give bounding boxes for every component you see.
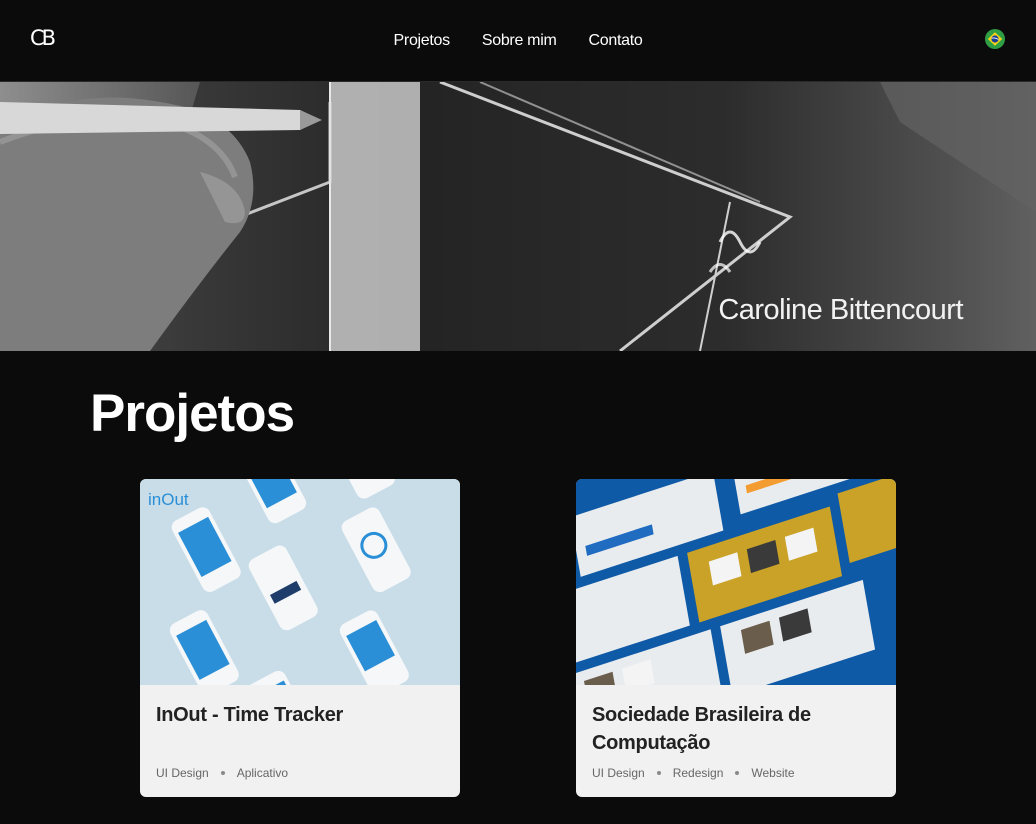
nav-link-sobre-mim[interactable]: Sobre mim — [482, 32, 557, 50]
top-navbar: CB Projetos Sobre mim Contato — [0, 0, 1036, 82]
site-logo[interactable]: CB — [30, 26, 56, 50]
tag-separator — [220, 771, 225, 775]
hero-banner: Caroline Bittencourt — [0, 82, 1036, 351]
tag: Website — [751, 766, 795, 780]
tag-separator — [656, 771, 661, 775]
tag: UI Design — [592, 766, 645, 780]
tag: UI Design — [156, 766, 209, 780]
project-title: Sociedade Brasileira de Computação — [592, 704, 811, 754]
project-thumbnail-sbc — [576, 479, 896, 685]
project-thumbnail-inout: inOut — [140, 479, 460, 685]
hero-name: Caroline Bittencourt — [718, 294, 963, 326]
brazil-flag-icon[interactable] — [985, 29, 1005, 49]
tag-separator — [735, 771, 740, 775]
main-nav: Projetos Sobre mim Contato — [0, 0, 1036, 81]
project-card-sbc[interactable]: Sociedade Brasileira de Computação UI De… — [576, 479, 896, 797]
project-card-inout[interactable]: inOut InOut - Time Tracker UI Design Apl… — [140, 479, 460, 797]
inout-logo-text: inOut — [148, 490, 189, 509]
nav-link-projetos[interactable]: Projetos — [394, 32, 451, 50]
tag: Aplicativo — [236, 766, 289, 780]
project-tags: UI Design Redesign Website — [592, 766, 795, 780]
nav-link-contato[interactable]: Contato — [589, 32, 643, 50]
tag: Redesign — [672, 766, 724, 780]
section-title: Projetos — [90, 384, 295, 443]
project-tags: UI Design Aplicativo — [156, 766, 288, 780]
project-title: InOut - Time Tracker — [156, 704, 344, 726]
